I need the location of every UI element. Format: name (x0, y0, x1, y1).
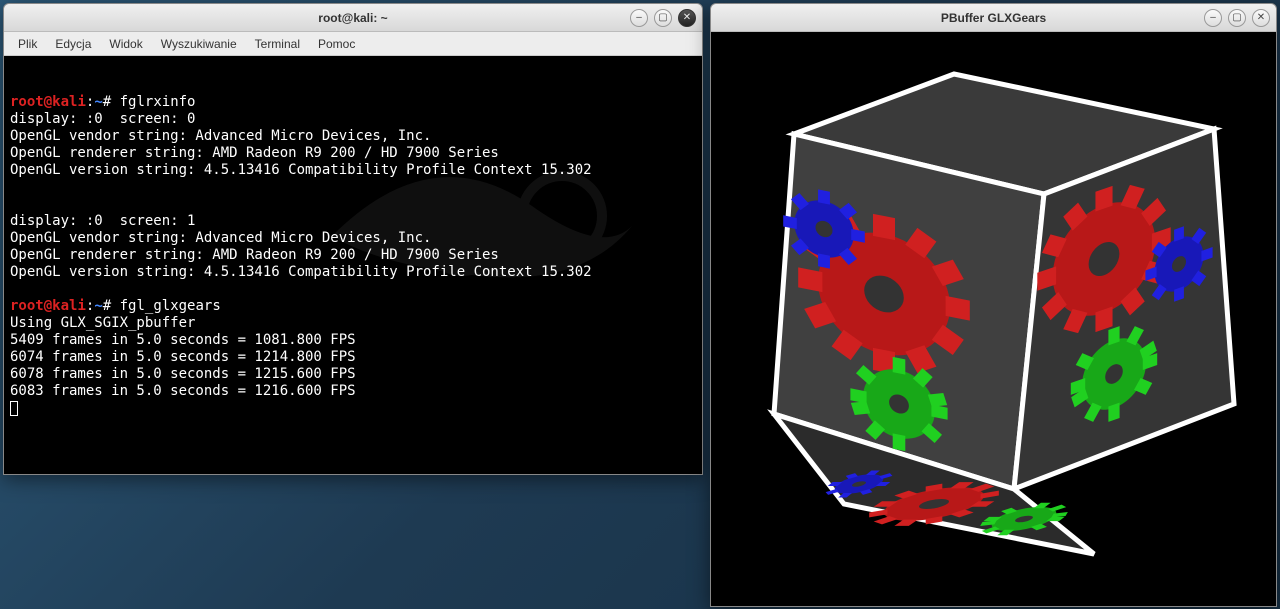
prompt-path: ~ (94, 94, 102, 110)
prompt-host: kali (52, 94, 86, 110)
prompt-path: ~ (94, 298, 102, 314)
maximize-button[interactable]: ▢ (654, 9, 672, 27)
close-button[interactable]: ✕ (678, 9, 696, 27)
output-line: 6083 frames in 5.0 seconds = 1216.600 FP… (10, 383, 356, 399)
output-line: 6074 frames in 5.0 seconds = 1214.800 FP… (10, 349, 356, 365)
command-2: fgl_glxgears (120, 298, 221, 314)
glxgears-title: PBuffer GLXGears (941, 11, 1046, 25)
menu-edit[interactable]: Edycja (47, 35, 99, 53)
maximize-icon: ▢ (1232, 12, 1241, 23)
minimize-icon: – (636, 12, 642, 23)
prompt-user: root (10, 94, 44, 110)
close-button[interactable]: ✕ (1252, 9, 1270, 27)
glxgears-window-controls: – ▢ ✕ (1204, 9, 1270, 27)
terminal-content[interactable]: root@kali:~# fglrxinfo display: :0 scree… (4, 56, 702, 474)
command-1: fglrxinfo (120, 94, 196, 110)
menu-search[interactable]: Wyszukiwanie (153, 35, 245, 53)
minimize-button[interactable]: – (1204, 9, 1222, 27)
terminal-title: root@kali: ~ (318, 11, 387, 25)
menu-view[interactable]: Widok (101, 35, 150, 53)
terminal-titlebar[interactable]: root@kali: ~ – ▢ ✕ (4, 4, 702, 32)
prompt-user: root (10, 298, 44, 314)
prompt-host: kali (52, 298, 86, 314)
menu-terminal[interactable]: Terminal (247, 35, 308, 53)
menu-help[interactable]: Pomoc (310, 35, 363, 53)
terminal-cursor (10, 401, 18, 416)
output-line: display: :0 screen: 1 (10, 213, 195, 229)
output-line: OpenGL renderer string: AMD Radeon R9 20… (10, 247, 499, 263)
output-line: 5409 frames in 5.0 seconds = 1081.800 FP… (10, 332, 356, 348)
glxgears-window: PBuffer GLXGears – ▢ ✕ (710, 3, 1277, 607)
prompt-at: @ (44, 298, 52, 314)
close-icon: ✕ (683, 12, 691, 23)
minimize-icon: – (1210, 12, 1216, 23)
close-icon: ✕ (1257, 12, 1265, 23)
prompt-symbol: # (103, 298, 111, 314)
output-line: OpenGL vendor string: Advanced Micro Dev… (10, 128, 431, 144)
output-line: OpenGL version string: 4.5.13416 Compati… (10, 162, 592, 178)
terminal-window: root@kali: ~ – ▢ ✕ Plik Edycja Widok Wys… (3, 3, 703, 475)
output-line: Using GLX_SGIX_pbuffer (10, 315, 195, 331)
output-line: OpenGL vendor string: Advanced Micro Dev… (10, 230, 431, 246)
output-line: OpenGL renderer string: AMD Radeon R9 20… (10, 145, 499, 161)
prompt-at: @ (44, 94, 52, 110)
output-line: 6078 frames in 5.0 seconds = 1215.600 FP… (10, 366, 356, 382)
maximize-icon: ▢ (658, 12, 667, 23)
gears-cube-render (714, 34, 1274, 604)
output-line: OpenGL version string: 4.5.13416 Compati… (10, 264, 592, 280)
prompt-symbol: # (103, 94, 111, 110)
minimize-button[interactable]: – (630, 9, 648, 27)
output-line: display: :0 screen: 0 (10, 111, 195, 127)
maximize-button[interactable]: ▢ (1228, 9, 1246, 27)
menu-file[interactable]: Plik (10, 35, 45, 53)
terminal-window-controls: – ▢ ✕ (630, 9, 696, 27)
glxgears-viewport[interactable] (711, 32, 1276, 606)
terminal-menubar: Plik Edycja Widok Wyszukiwanie Terminal … (4, 32, 702, 56)
glxgears-titlebar[interactable]: PBuffer GLXGears – ▢ ✕ (711, 4, 1276, 32)
